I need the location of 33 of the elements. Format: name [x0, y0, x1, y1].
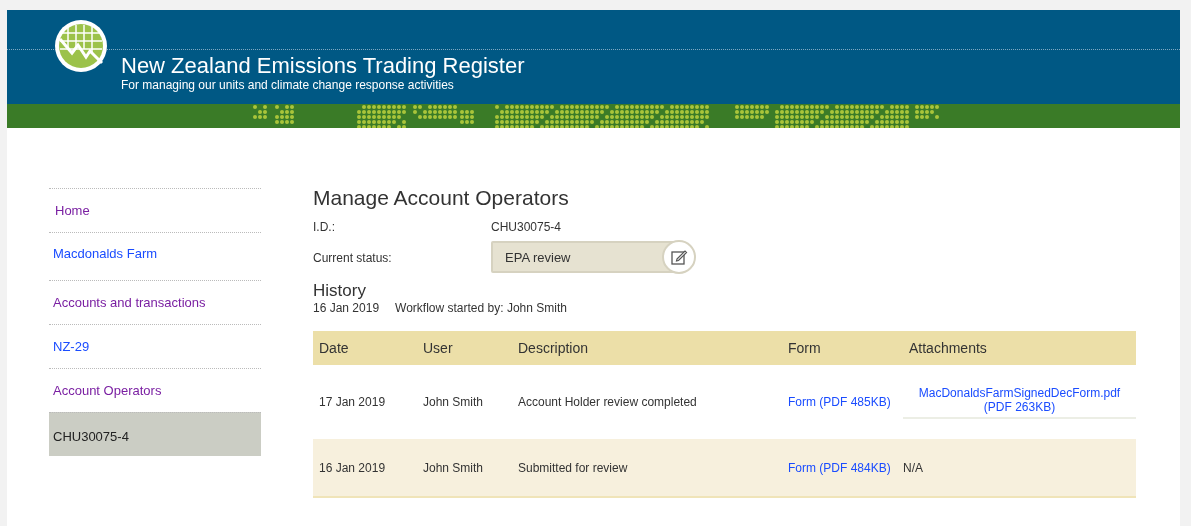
- table-cell: John Smith: [417, 365, 512, 439]
- site-tagline: For managing our units and climate change response activities: [121, 78, 455, 92]
- status-value: EPA review: [504, 249, 571, 265]
- column-header: User: [417, 331, 512, 365]
- sidebar-item[interactable]: CHU30075-4: [49, 412, 261, 456]
- attachment-link[interactable]: MacDonaldsFarmSignedDecForm.pdf (PDF 263KB): [903, 385, 1136, 419]
- table-cell: Submitted for review: [512, 439, 782, 497]
- logo-icon: [54, 19, 108, 73]
- field-label: I.D.:: [313, 220, 336, 234]
- column-header: Date: [313, 331, 417, 365]
- table-cell: N/A: [903, 460, 923, 475]
- field-label: Current status:: [313, 251, 393, 265]
- site-title: New Zealand Emissions Trading Register: [121, 54, 525, 78]
- sidebar-item[interactable]: Accounts and transactions: [49, 280, 261, 324]
- column-header: Attachments: [903, 331, 1136, 365]
- column-header: Form: [782, 331, 903, 365]
- table-cell: Account Holder review completed: [512, 365, 782, 439]
- history-date: 16 Jan 2019: [313, 301, 380, 315]
- field-value: CHU30075-4: [491, 220, 562, 234]
- page-title: Manage Account Operators: [313, 185, 570, 211]
- sidebar-item[interactable]: NZ-29: [49, 324, 261, 368]
- form-link[interactable]: Form (PDF 485KB): [788, 395, 891, 409]
- sidebar-item[interactable]: Macdonalds Farm: [49, 232, 261, 280]
- edit-icon: [670, 248, 688, 266]
- table-cell: 17 Jan 2019: [313, 365, 417, 439]
- edit-button[interactable]: [662, 240, 696, 274]
- form-link[interactable]: Form (PDF 484KB): [788, 460, 891, 475]
- table-cell: 16 Jan 2019: [313, 439, 417, 497]
- column-header: Description: [512, 331, 782, 365]
- table-cell: John Smith: [417, 439, 512, 497]
- history-note: Workflow started by: John Smith: [395, 301, 567, 315]
- section-title: History: [313, 281, 367, 301]
- sidebar-item[interactable]: Home: [49, 188, 261, 232]
